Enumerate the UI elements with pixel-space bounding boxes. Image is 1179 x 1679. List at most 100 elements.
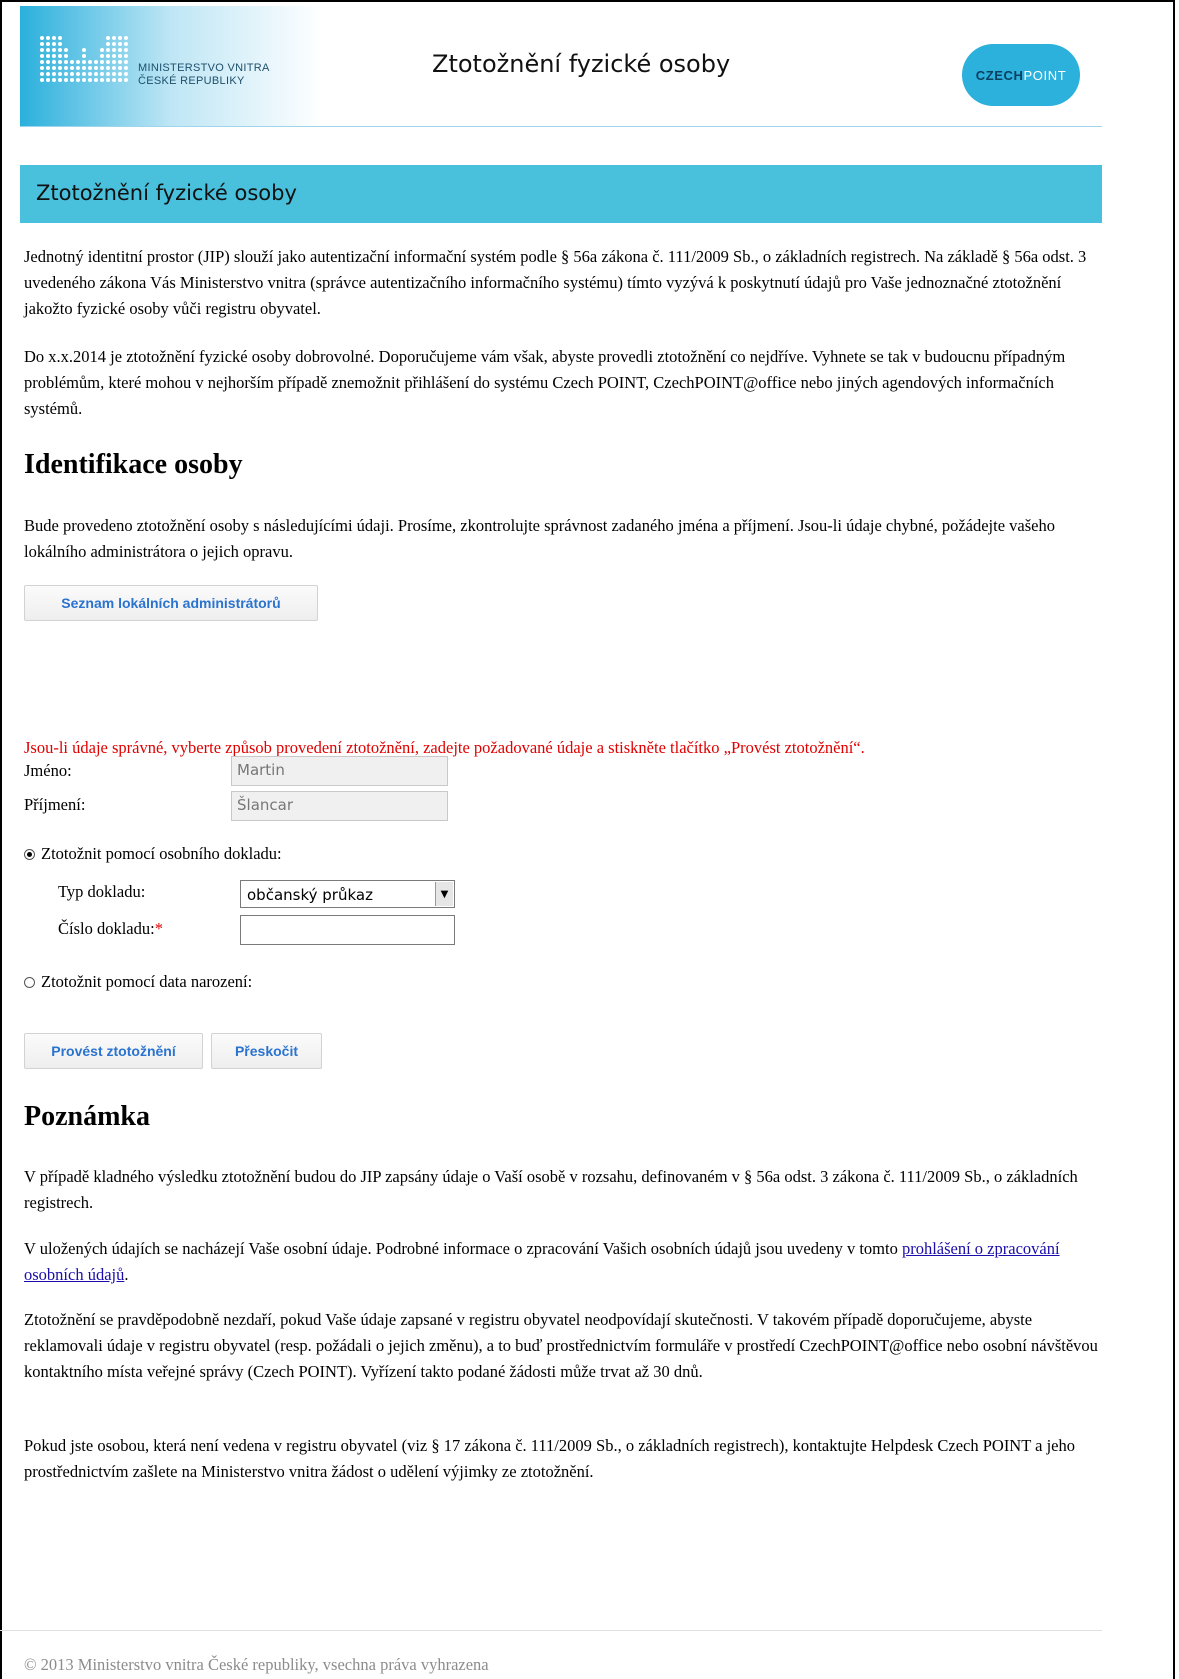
logo-dot [124,66,128,70]
identification-text: Bude provedeno ztotožnění osoby s násled… [24,516,1055,561]
dropdown-arrow-icon[interactable]: ▼ [435,882,453,906]
option-document-label: Ztotožnit pomocí osobního dokladu: [41,844,282,863]
option-document-row[interactable]: Ztotožnit pomocí osobního dokladu: [24,844,282,864]
logo-dot [40,36,44,40]
note-paragraph-4: Pokud jste osobou, která není vedena v r… [24,1436,1075,1481]
logo-dot [52,72,56,76]
logo-dot [124,60,128,64]
logo-dot [112,42,116,46]
logo-dot [106,48,110,52]
ministry-name-line1: MINISTERSTVO VNITRA [138,62,270,74]
note-paragraph-2-end: . [124,1265,129,1284]
logo-dot [112,66,116,70]
note-paragraph-2: V uložených údajích se nacházejí Vaše os… [24,1236,1099,1288]
logo-dot [112,48,116,52]
logo-dot [58,48,62,52]
intro-paragraph-1: Jednotný identitní prostor (JIP) slouží … [24,247,1087,318]
first-name-field[interactable]: Martin [231,756,448,786]
ministry-logo-icon [40,36,128,82]
logo-dot [100,72,104,76]
logo-dot [52,66,56,70]
logo-dot [112,78,116,82]
logo-dot [118,54,122,58]
logo-dot [40,48,44,52]
logo-dot [40,42,44,46]
logo-dot [64,54,68,58]
logo-dot [100,48,104,52]
logo-dot [70,66,74,70]
logo-dot [82,78,86,82]
logo-dot [46,60,50,64]
logo-dot [106,78,110,82]
skip-button[interactable]: Přeskočit [211,1033,322,1069]
logo-dot [76,72,80,76]
logo-dot [64,78,68,82]
section-title-bar: Ztotožnění fyzické osoby [20,165,1102,223]
ministry-name-line2: ČESKÉ REPUBLIKY [138,75,245,87]
logo-dot [70,78,74,82]
logo-dot [82,60,86,64]
logo-dot [52,48,56,52]
option-birthdate-radio[interactable] [24,976,35,988]
logo-dot [64,72,68,76]
logo-dot [58,42,62,46]
logo-dot [46,54,50,58]
logo-dot [88,66,92,70]
logo-dot [58,36,62,40]
logo-dot [82,54,86,58]
logo-dot [64,48,68,52]
logo-dot [64,60,68,64]
logo-dot [100,66,104,70]
submit-identification-button[interactable]: Provést ztotožnění [24,1033,203,1069]
logo-dot [94,60,98,64]
form-instruction: Jsou-li údaje správné, vyberte způsob pr… [24,738,865,757]
logo-dot [88,72,92,76]
doc-number-input[interactable] [240,915,455,945]
required-mark: * [154,919,163,938]
identification-heading: Identifikace osoby [24,449,243,480]
section-title: Ztotožnění fyzické osoby [36,181,297,205]
logo-dot [106,60,110,64]
logo-dot [124,36,128,40]
logo-dot [58,78,62,82]
note-paragraph-2-text: V uložených údajích se nacházejí Vaše os… [24,1239,902,1258]
logo-dot [64,66,68,70]
logo-dot [118,36,122,40]
logo-dot [52,78,56,82]
first-name-label: Jméno: [24,761,72,780]
logo-dot [76,60,80,64]
doc-type-select[interactable]: občanský průkaz ▼ [240,880,455,908]
logo-dot [124,54,128,58]
option-document-radio[interactable] [24,848,35,860]
option-birthdate-row[interactable]: Ztotožnit pomocí data narození: [24,972,252,992]
local-admins-button[interactable]: Seznam lokálních administrátorů [24,585,318,621]
last-name-field[interactable]: Šlancar [231,791,448,821]
footer-copyright: © 2013 Ministerstvo vnitra České republi… [24,1655,489,1674]
logo-dot [118,42,122,46]
doc-number-label-text: Číslo dokladu: [58,919,155,938]
logo-dot [46,48,50,52]
logo-dot [106,66,110,70]
logo-dot [58,66,62,70]
logo-dot [106,42,110,46]
logo-dot [118,72,122,76]
logo-dot [88,78,92,82]
logo-dot [40,60,44,64]
logo-dot [112,36,116,40]
logo-dot [124,48,128,52]
logo-dot [82,48,86,52]
czechpoint-logo-text-b: POINT [1023,67,1067,83]
logo-dot [100,78,104,82]
page-header: MINISTERSTVO VNITRA ČESKÉ REPUBLIKY Ztot… [20,6,1102,127]
logo-dot [94,78,98,82]
logo-dot [106,72,110,76]
logo-dot [106,36,110,40]
logo-dot [82,72,86,76]
logo-dot [112,54,116,58]
footer-divider [0,1630,1102,1631]
logo-dot [46,72,50,76]
header-title: Ztotožnění fyzické osoby [432,50,731,78]
logo-dot [124,78,128,82]
logo-dot [40,72,44,76]
logo-dot [52,42,56,46]
